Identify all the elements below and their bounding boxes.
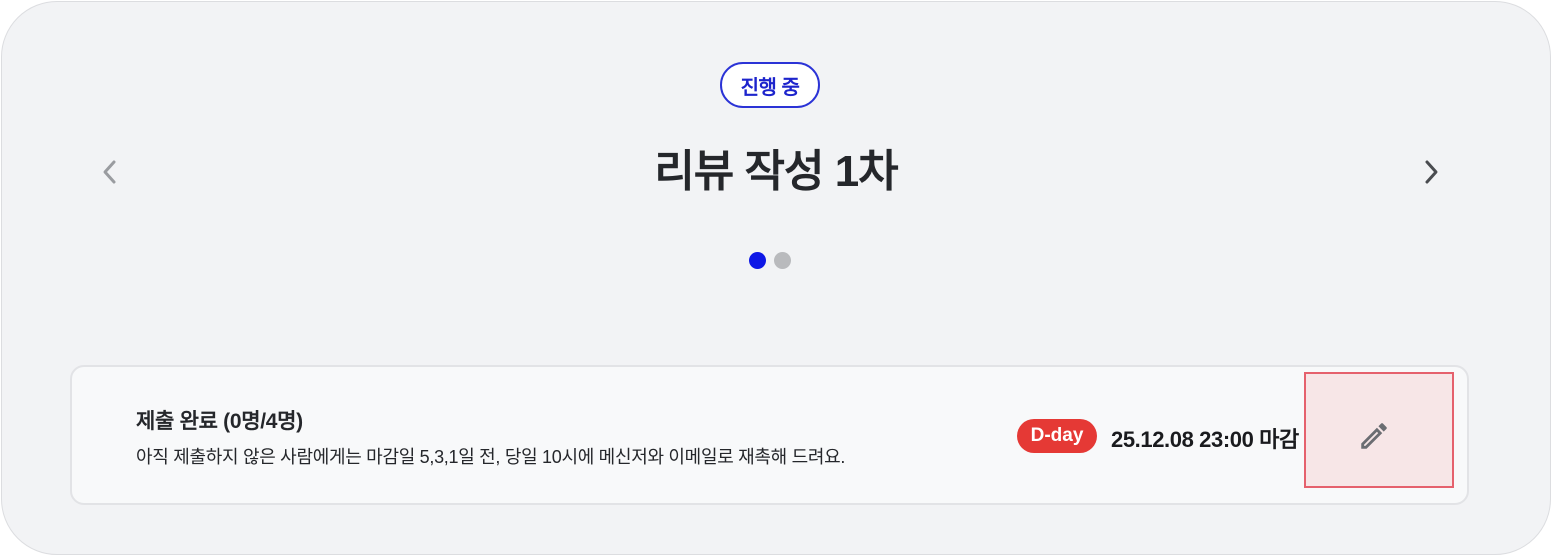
status-badge: 진행 중 [720, 62, 820, 108]
submission-card: 제출 완료 (0명/4명) 아직 제출하지 않은 사람에게는 마감일 5,3,1… [70, 365, 1469, 505]
chevron-right-icon [1425, 160, 1438, 184]
next-button[interactable] [1411, 152, 1451, 192]
pencil-icon [1361, 423, 1387, 449]
edit-button[interactable] [1352, 414, 1396, 458]
page-title: 리뷰 작성 1차 [654, 147, 898, 196]
deadline-text: 25.12.08 23:00 마감 [1111, 427, 1299, 452]
dday-badge: D-day [1017, 419, 1097, 453]
reminder-description: 아직 제출하지 않은 사람에게는 마감일 5,3,1일 전, 당일 10시에 메… [136, 447, 846, 467]
pagination-dots [749, 252, 791, 269]
pagination-dot-1[interactable] [749, 252, 766, 269]
submission-status-title: 제출 완료 (0명/4명) [136, 410, 303, 433]
pagination-dot-2[interactable] [774, 252, 791, 269]
